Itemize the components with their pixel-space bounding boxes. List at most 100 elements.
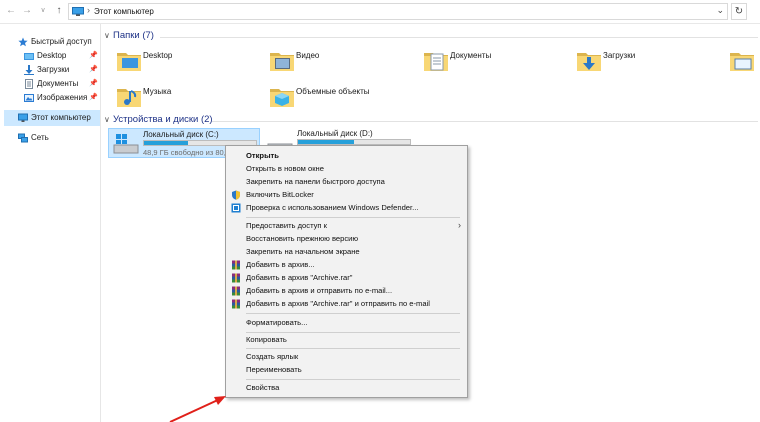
star-icon (18, 37, 28, 47)
menu-item-label: Открыть (246, 151, 279, 160)
menu-item-open-new-window[interactable]: Открыть в новом окне (226, 162, 467, 175)
folder-item-videos[interactable]: Видео (268, 45, 408, 81)
winrar-icon (232, 273, 240, 283)
sidebar-item-label: Desktop (37, 51, 67, 60)
drive-name: Локальный диск (C:) (143, 130, 219, 139)
refresh-icon[interactable]: ↻ (731, 3, 747, 20)
menu-item-add-archive-email[interactable]: Добавить в архив и отправить по e-mail..… (226, 284, 467, 297)
menu-item-pin-start[interactable]: Закрепить на начальном экране (226, 245, 467, 258)
documents-folder-icon (424, 53, 448, 71)
folder-name: Desktop (143, 51, 173, 60)
forward-arrow-icon[interactable]: → (20, 4, 34, 18)
desktop-folder-icon (24, 53, 34, 60)
folder-name: Музыка (143, 87, 172, 96)
menu-item-copy[interactable]: Копировать (226, 333, 467, 346)
winrar-icon (232, 299, 240, 309)
chevron-down-icon: ∨ (104, 115, 110, 124)
menu-item-give-access[interactable]: Предоставить доступ к › (226, 219, 467, 232)
menu-item-label: Свойства (246, 383, 280, 392)
menu-item-label: Переименовать (246, 365, 302, 374)
sidebar-item-pictures[interactable]: Изображения 📌 (24, 91, 98, 105)
chevron-down-icon[interactable]: ⌄ (716, 5, 724, 16)
sidebar-item-quick-access[interactable]: Быстрый доступ (18, 35, 98, 49)
up-arrow-icon[interactable]: ↑ (52, 4, 66, 18)
menu-item-restore-version[interactable]: Восстановить прежнюю версию (226, 232, 467, 245)
downloads-icon (24, 65, 34, 75)
folder-name: Объемные объекты (296, 87, 370, 96)
folder-item-pictures[interactable] (728, 45, 760, 81)
defender-icon (231, 203, 241, 213)
menu-item-label: Предоставить доступ к (246, 221, 327, 230)
downloads-folder-icon (577, 53, 601, 71)
menu-item-create-shortcut[interactable]: Создать ярлык (226, 350, 467, 363)
music-folder-icon (117, 89, 141, 107)
menu-item-bitlocker[interactable]: Включить BitLocker (226, 188, 467, 201)
menu-item-format[interactable]: Форматировать... (226, 316, 467, 329)
menu-item-add-archive-rar[interactable]: Добавить в архив "Archive.rar" (226, 271, 467, 284)
sidebar-item-label: Документы (37, 79, 79, 88)
3d-objects-folder-icon (270, 89, 294, 107)
annotation-arrow-icon (169, 396, 226, 422)
address-field[interactable]: › Этот компьютер ⌄ (68, 3, 728, 20)
computer-icon (18, 113, 28, 122)
folders-section-header[interactable]: ∨ Папки (7) (104, 30, 154, 41)
sidebar-item-label: Загрузки (37, 65, 70, 74)
drive-usage-fill (144, 141, 188, 145)
drives-section-header[interactable]: ∨ Устройства и диски (2) (104, 114, 213, 125)
shield-icon (232, 190, 240, 200)
menu-item-add-archive-rar-email[interactable]: Добавить в архив "Archive.rar" и отправи… (226, 297, 467, 310)
sidebar-item-downloads[interactable]: Загрузки 📌 (24, 63, 98, 77)
folder-item-documents[interactable]: Документы (422, 45, 562, 81)
pin-icon: 📌 (89, 66, 98, 73)
pin-icon: 📌 (89, 94, 98, 101)
section-title: Устройства и диски (2) (113, 114, 213, 125)
menu-item-add-archive[interactable]: Добавить в архив... (226, 258, 467, 271)
network-icon (18, 133, 28, 143)
menu-item-label: Копировать (246, 335, 287, 344)
computer-icon (72, 7, 84, 16)
folder-item-music[interactable]: Музыка (115, 81, 255, 117)
chevron-down-icon: ∨ (104, 31, 110, 40)
menu-item-label: Создать ярлык (246, 352, 299, 361)
winrar-icon (232, 260, 240, 270)
drive-free-space: 48,9 ГБ свободно из 80,0 (143, 148, 230, 157)
menu-item-label: Открыть в новом окне (246, 164, 324, 173)
sidebar-item-label: Быстрый доступ (31, 37, 92, 46)
menu-item-label: Добавить в архив "Archive.rar" и отправи… (246, 299, 430, 308)
recent-locations-chevron-icon[interactable]: ∨ (36, 4, 50, 18)
pictures-folder-icon (730, 53, 754, 71)
folder-name: Документы (450, 51, 492, 60)
menu-item-properties[interactable]: Свойства (226, 381, 467, 394)
folder-item-desktop[interactable]: Desktop (115, 45, 255, 81)
menu-separator (246, 348, 460, 349)
sidebar-item-documents[interactable]: Документы 📌 (24, 77, 98, 91)
sidebar-item-label: Этот компьютер (31, 113, 91, 122)
sidebar-item-desktop[interactable]: Desktop 📌 (24, 49, 98, 63)
folder-item-3d-objects[interactable]: Объемные объекты (268, 81, 408, 117)
menu-item-defender-scan[interactable]: Проверка с использованием Windows Defend… (226, 201, 467, 214)
documents-icon (25, 79, 33, 89)
sidebar-item-network[interactable]: Сеть (18, 131, 98, 145)
folder-name: Загрузки (603, 51, 636, 60)
section-divider (160, 37, 758, 38)
sidebar-item-label: Сеть (31, 133, 49, 142)
hard-drive-windows-icon (113, 134, 139, 154)
menu-item-pin-quick-access[interactable]: Закрепить на панели быстрого доступа (226, 175, 467, 188)
back-arrow-icon[interactable]: ← (4, 4, 18, 18)
folder-item-downloads[interactable]: Загрузки (575, 45, 715, 81)
menu-separator (246, 313, 460, 314)
navigation-pane: Быстрый доступ Desktop 📌 Загрузки 📌 Доку… (0, 24, 101, 422)
menu-item-label: Добавить в архив и отправить по e-mail..… (246, 286, 393, 295)
pin-icon: 📌 (89, 52, 98, 59)
section-divider (212, 121, 758, 122)
sidebar-item-this-pc[interactable]: Этот компьютер (18, 111, 98, 125)
menu-item-label: Добавить в архив "Archive.rar" (246, 273, 353, 282)
menu-item-open[interactable]: Открыть (226, 149, 467, 162)
address-toolbar: ← → ∨ ↑ › Этот компьютер ⌄ ↻ (0, 0, 760, 24)
menu-item-rename[interactable]: Переименовать (226, 363, 467, 376)
menu-item-label: Форматировать... (246, 318, 308, 327)
drive-name: Локальный диск (D:) (297, 129, 373, 138)
menu-item-label: Добавить в архив... (246, 260, 315, 269)
drive-usage-fill (298, 140, 354, 144)
pin-icon: 📌 (89, 80, 98, 87)
